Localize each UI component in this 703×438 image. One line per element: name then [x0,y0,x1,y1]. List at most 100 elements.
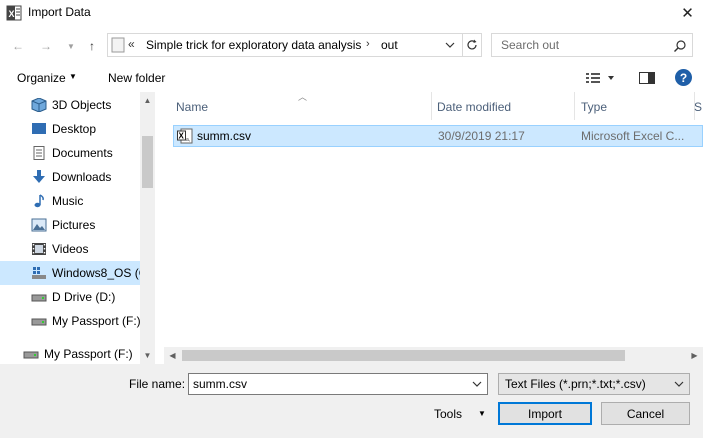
refresh-button[interactable] [462,33,482,57]
column-header-type[interactable]: Type [571,92,691,120]
title-bar: X Import Data ✕ [0,0,703,26]
scroll-up-arrow-icon[interactable]: ▲ [140,92,155,109]
file-name-label: File name: [129,377,186,391]
svg-text:X: X [9,9,15,19]
sidebar-item-label: Pictures [52,218,96,232]
file-name-combobox[interactable] [188,373,488,395]
column-header-name[interactable]: Name ︿ [166,92,431,120]
help-icon: ? [679,70,688,85]
back-arrow-icon: ← [12,39,24,53]
forward-arrow-icon: → [40,39,52,53]
up-arrow-icon: ↑ [89,39,95,53]
overflow-chevron-icon[interactable]: « [128,37,135,51]
sidebar-item-label: My Passport (F:) [52,314,140,328]
sidebar-item-label: 3D Objects [52,98,112,112]
sidebar-item-d-drive[interactable]: D Drive (D:) [0,285,140,309]
excel-csv-icon: Xa, [177,128,193,144]
close-button[interactable]: ✕ [672,0,703,26]
chevron-down-icon [671,377,687,391]
3d-objects-icon [31,97,47,113]
address-bar[interactable]: « Simple trick for exploratory data anal… [107,33,463,57]
help-button[interactable]: ? [675,69,692,86]
navigation-pane: 3D Objects Desktop Documents Downloads M… [0,92,155,364]
chevron-down-icon: ▼ [67,41,75,51]
sidebar-item-label: Desktop [52,122,97,136]
svg-text:a,: a, [186,137,190,143]
column-header-size[interactable]: S [692,92,703,120]
search-box[interactable]: Search out [491,33,693,57]
preview-pane-button[interactable] [638,70,656,86]
sidebar-item-windows8-os[interactable]: Windows8_OS (C [0,261,140,285]
sidebar-scrollbar[interactable] [140,92,155,364]
chevron-down-icon[interactable]: ▼ [478,409,486,418]
file-row[interactable]: Xa, summ.csv 30/9/2019 21:17 Microsoft E… [173,125,703,147]
sidebar-item-my-passport[interactable]: My Passport (F:) [0,309,140,333]
sidebar-item-music[interactable]: Music [0,189,140,213]
file-name-input[interactable] [193,376,463,392]
scroll-right-arrow-icon[interactable]: ▶ [686,347,703,364]
sidebar-item-label: Windows8_OS (C [52,266,140,280]
sidebar-item-label: D Drive (D:) [52,290,116,304]
pictures-icon [31,218,47,232]
sidebar-item-label: Downloads [52,170,112,184]
excel-app-icon: X [6,5,22,21]
windows-drive-icon [31,266,47,280]
recent-locations-button[interactable]: ▼ [61,36,81,56]
file-name: summ.csv [197,129,251,143]
preview-pane-icon [639,72,655,84]
scroll-down-arrow-icon[interactable]: ▼ [140,347,155,364]
search-input[interactable]: Search out [501,38,559,52]
sidebar-item-label: Videos [52,242,89,256]
sidebar-scroll-thumb[interactable] [142,136,153,188]
address-dropdown-button[interactable] [440,36,460,54]
drive-icon [31,314,47,328]
tools-button[interactable]: Tools [434,407,462,421]
sidebar-item-my-passport-root[interactable]: My Passport (F:) [0,342,138,364]
back-button[interactable]: ← [8,36,28,56]
file-type: Microsoft Excel C... [581,129,685,143]
file-type-selected: Text Files (*.prn;*.txt;*.csv) [505,377,646,391]
breadcrumb-segment[interactable]: out [381,38,398,52]
close-icon: ✕ [681,5,694,22]
documents-icon [31,146,47,160]
file-date-modified: 30/9/2019 21:17 [438,129,525,143]
sidebar-item-label: Music [52,194,84,208]
organize-button[interactable]: Organize [17,71,66,85]
music-icon [31,194,47,208]
svg-text:X: X [179,132,185,141]
downloads-icon [31,170,47,184]
refresh-icon [466,39,477,50]
sidebar-item-pictures[interactable]: Pictures [0,213,140,237]
breadcrumb-separator-icon[interactable]: › [366,38,370,50]
change-view-button[interactable] [585,70,615,86]
drive-icon [31,290,47,304]
file-type-select[interactable]: Text Files (*.prn;*.txt;*.csv) [498,373,690,395]
column-header-date-modified[interactable]: Date modified [427,92,572,120]
search-icon[interactable] [673,39,687,53]
horizontal-scroll-thumb[interactable] [182,350,625,361]
sidebar-item-videos[interactable]: Videos [0,237,140,261]
chevron-down-icon [445,42,455,48]
videos-icon [31,242,47,256]
details-view-icon [586,73,614,83]
breadcrumb-segment[interactable]: Simple trick for exploratory data analys… [146,38,361,52]
chevron-down-icon[interactable] [469,377,485,391]
up-button[interactable]: ↑ [82,36,102,56]
sidebar-item-documents[interactable]: Documents [0,141,140,165]
desktop-icon [31,122,47,136]
folder-icon [111,37,125,53]
forward-button[interactable]: → [36,36,56,56]
sidebar-item-3d-objects[interactable]: 3D Objects [0,93,140,117]
chevron-down-icon[interactable]: ▼ [69,72,77,81]
new-folder-button[interactable]: New folder [108,71,165,85]
drive-icon [23,347,39,361]
sidebar-item-label: Documents [52,146,113,160]
import-button[interactable]: Import [498,402,592,425]
horizontal-scrollbar[interactable]: ◀ ▶ [164,347,703,364]
sidebar-item-label: My Passport (F:) [44,347,133,361]
sort-ascending-icon: ︿ [298,92,308,102]
scroll-left-arrow-icon[interactable]: ◀ [164,347,181,364]
cancel-button[interactable]: Cancel [601,402,690,425]
sidebar-item-downloads[interactable]: Downloads [0,165,140,189]
sidebar-item-desktop[interactable]: Desktop [0,117,140,141]
